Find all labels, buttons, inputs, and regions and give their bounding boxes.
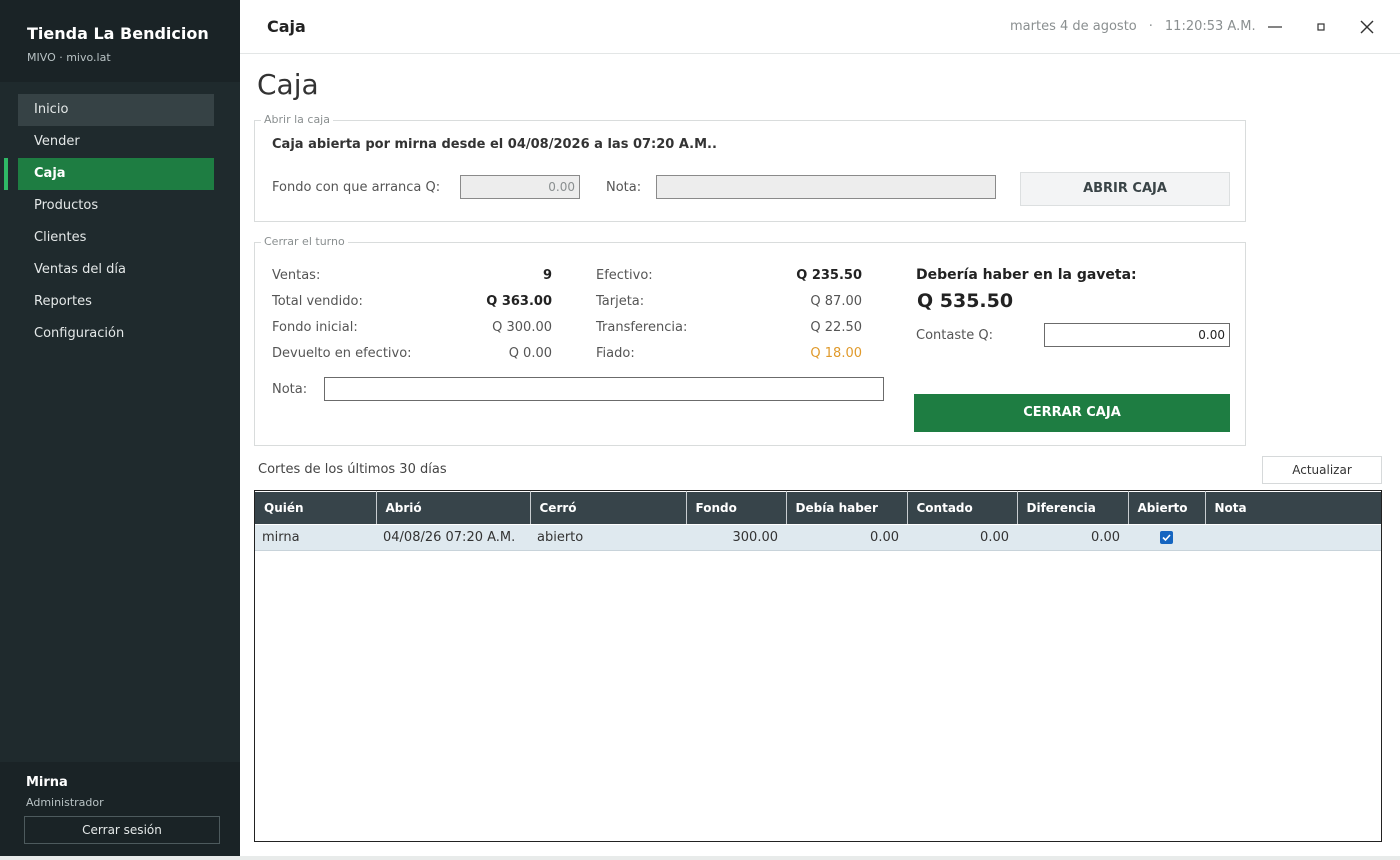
caja-status-message: Caja abierta por mirna desde el 04/08/20… (272, 137, 717, 152)
fondo-label: Fondo con que arranca Q: (272, 180, 441, 195)
cortes-table: Quién Abrió Cerró Fondo Debía haber Cont… (254, 490, 1382, 842)
maximize-button[interactable] (1308, 14, 1334, 40)
sidebar-item-caja[interactable]: Caja (4, 158, 214, 190)
sidebar-nav: Inicio Vender Caja Productos Clientes Ve… (0, 94, 240, 350)
checkmark-icon (1161, 534, 1171, 542)
stat-devuelto-label: Devuelto en efectivo: (272, 346, 412, 361)
col-header-diferencia[interactable]: Diferencia (1017, 491, 1129, 525)
cerrar-turno-group: Cerrar el turno Ventas: 9 Total vendido:… (254, 235, 1246, 446)
page-title: Caja (257, 68, 319, 101)
col-header-abierto[interactable]: Abierto (1128, 491, 1206, 525)
close-button[interactable] (1354, 14, 1380, 40)
cerrar-nota-input[interactable] (324, 377, 884, 401)
cell-abrio: 04/08/26 07:20 A.M. (376, 524, 530, 551)
minimize-icon (1268, 26, 1282, 28)
col-header-abrio[interactable]: Abrió (376, 491, 531, 525)
stat-fondo-value: Q 300.00 (492, 320, 552, 335)
abierto-checkbox[interactable] (1159, 531, 1173, 544)
stat-fondo-label: Fondo inicial: (272, 320, 358, 335)
window-title: Caja (267, 17, 306, 36)
stat-tarjeta-value: Q 87.00 (810, 294, 862, 309)
cortes-label: Cortes de los últimos 30 días (258, 462, 447, 477)
sidebar-item-ventas-del-dia[interactable]: Ventas del día (18, 254, 214, 286)
current-time: 11:20:53 A.M. (1164, 19, 1256, 34)
cell-cerro: abierto (530, 524, 686, 551)
actualizar-button[interactable]: Actualizar (1262, 456, 1382, 484)
cell-diferencia: 0.00 (1017, 524, 1128, 551)
stat-total-label: Total vendido: (272, 294, 363, 309)
cell-abierto (1128, 524, 1205, 551)
col-header-fondo[interactable]: Fondo (686, 491, 787, 525)
cerrar-turno-legend: Cerrar el turno (261, 235, 348, 248)
stat-efectivo-label: Efectivo: (596, 268, 653, 283)
contaste-label: Contaste Q: (916, 328, 993, 343)
stat-total-value: Q 363.00 (486, 294, 552, 309)
store-name: Tienda La Bendicion (27, 24, 209, 43)
abrir-nota-input[interactable] (656, 175, 996, 199)
main-content: Caja Abrir la caja Caja abierta por mirn… (240, 54, 1400, 856)
stat-efectivo-value: Q 235.50 (796, 268, 862, 283)
user-panel: Mirna Administrador Cerrar sesión (0, 762, 240, 856)
abrir-caja-button[interactable]: ABRIR CAJA (1020, 172, 1230, 206)
user-role: Administrador (26, 796, 104, 809)
active-indicator (4, 158, 8, 190)
current-date: martes 4 de agosto (1010, 19, 1137, 34)
top-bar: Caja martes 4 de agosto · 11:20:53 A.M. (240, 0, 1400, 54)
col-header-quien[interactable]: Quién (255, 491, 377, 525)
abrir-caja-legend: Abrir la caja (261, 113, 333, 126)
sidebar-item-inicio[interactable]: Inicio (18, 94, 214, 126)
cell-fondo: 300.00 (686, 524, 786, 551)
cell-quien: mirna (255, 524, 376, 551)
col-header-nota[interactable]: Nota (1205, 491, 1381, 525)
maximize-icon (1317, 23, 1325, 31)
stat-transferencia-label: Transferencia: (596, 320, 688, 335)
col-header-debia-haber[interactable]: Debía haber (786, 491, 908, 525)
datetime: martes 4 de agosto · 11:20:53 A.M. (1010, 19, 1256, 34)
sidebar-header: Tienda La Bendicion MIVO · mivo.lat (0, 0, 240, 82)
sidebar-item-reportes[interactable]: Reportes (18, 286, 214, 318)
cell-debia-haber: 0.00 (786, 524, 907, 551)
fondo-input[interactable]: 0.00 (460, 175, 580, 199)
stat-devuelto-value: Q 0.00 (508, 346, 552, 361)
sidebar-item-productos[interactable]: Productos (18, 190, 214, 222)
store-subtitle: MIVO · mivo.lat (27, 51, 111, 64)
stat-fiado-value: Q 18.00 (810, 346, 862, 361)
sidebar-item-configuracion[interactable]: Configuración (18, 318, 214, 350)
contaste-input[interactable]: 0.00 (1044, 323, 1230, 347)
abrir-nota-label: Nota: (606, 180, 642, 195)
stat-transferencia-value: Q 22.50 (810, 320, 862, 335)
sidebar-item-clientes[interactable]: Clientes (18, 222, 214, 254)
cerrar-caja-button[interactable]: CERRAR CAJA (914, 394, 1230, 432)
deberia-haber-label: Debería haber en la gaveta: (916, 267, 1137, 283)
cell-contado: 0.00 (907, 524, 1017, 551)
stat-ventas-label: Ventas: (272, 268, 321, 283)
logout-button[interactable]: Cerrar sesión (24, 816, 220, 844)
table-header-row: Quién Abrió Cerró Fondo Debía haber Cont… (255, 491, 1381, 525)
abrir-caja-group: Abrir la caja Caja abierta por mirna des… (254, 113, 1246, 222)
deberia-haber-value: Q 535.50 (917, 290, 1014, 312)
stat-ventas-value: 9 (542, 268, 552, 283)
user-name: Mirna (26, 775, 68, 790)
close-icon (1360, 20, 1374, 34)
cerrar-nota-label: Nota: (272, 382, 308, 397)
table-row[interactable]: mirna 04/08/26 07:20 A.M. abierto 300.00… (255, 524, 1381, 551)
stat-tarjeta-label: Tarjeta: (596, 294, 645, 309)
minimize-button[interactable] (1262, 14, 1288, 40)
col-header-contado[interactable]: Contado (907, 491, 1018, 525)
stat-fiado-label: Fiado: (596, 346, 635, 361)
col-header-cerro[interactable]: Cerró (530, 491, 687, 525)
sidebar-item-vender[interactable]: Vender (18, 126, 214, 158)
cell-nota (1205, 524, 1381, 551)
sidebar: Tienda La Bendicion MIVO · mivo.lat Inic… (0, 0, 240, 856)
